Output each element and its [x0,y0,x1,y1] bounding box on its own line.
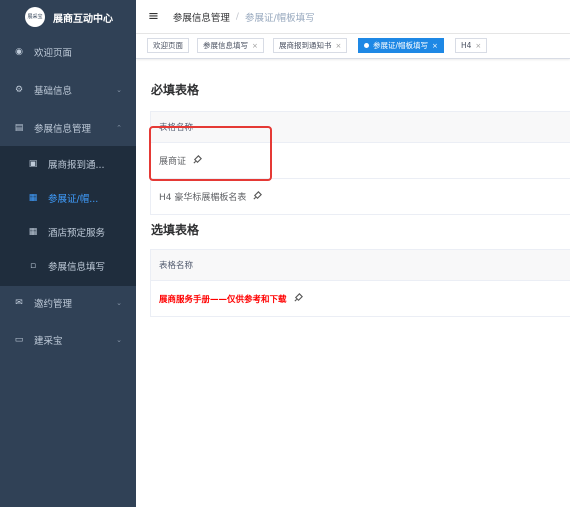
navbar: ≡ 参展信息管理 / 参展证/帽板填写 [136,0,570,34]
close-icon[interactable]: × [475,42,481,50]
tag-checkin-notice[interactable]: 展商报到通知书 × [273,38,348,53]
tag-welcome[interactable]: 欢迎页面 [147,38,189,53]
active-dot-icon [364,43,369,48]
tag-h4[interactable]: H4 × [455,38,488,53]
sidebar-item-checkin-notice[interactable]: ▣ 展商报到通... [0,148,136,180]
breadcrumb-separator: / [235,11,239,22]
form-link[interactable]: 展商服务手册——仅供参考和下载 [159,293,287,305]
sidebar-item-hotel-booking[interactable]: ▦ 酒店预定服务 [0,216,136,248]
pointer-hand-icon[interactable] [252,190,263,204]
chevron-down-icon: ⌄ [116,336,122,344]
grid-icon: ▦ [28,227,38,237]
tag-badge-board[interactable]: 参展证/帽板填写 × [358,38,444,53]
chevron-down-icon: ⌄ [116,86,122,94]
brand: 展采宝 展商互动中心 [0,0,136,34]
required-section-title: 必填表格 [151,83,200,97]
tag-label: H4 [461,41,472,50]
sidebar-item-jiancaibao[interactable]: ▭ 建采宝 ⌄ [0,324,136,356]
brand-title: 展商互动中心 [53,13,113,25]
table-header: 表格名称 [151,250,570,281]
gear-icon: ⚙ [14,85,24,95]
tags-view: 欢迎页面 参展信息填写 × 展商报到通知书 × 参展证/帽板填写 × H4 × [136,34,570,59]
logo: 展采宝 [25,7,45,27]
breadcrumb-current: 参展证/帽板填写 [244,12,315,24]
pointer-hand-icon[interactable] [293,292,304,306]
highlight-annotation-box [149,126,272,181]
table-row[interactable]: 展商服务手册——仅供参考和下载 [151,281,570,316]
close-icon[interactable]: × [432,42,438,50]
sidebar-item-badge-board[interactable]: ▦ 参展证/帽... [0,182,136,214]
monitor-icon: ▭ [14,335,24,345]
close-icon[interactable]: × [336,42,342,50]
clipboard-icon: ▤ [14,123,24,133]
sidebar: 展采宝 展商互动中心 ◉ 欢迎页面 ⚙ 基础信息 ⌄ ▤ 参展信息管理 ⌃ ▣ … [0,0,136,507]
column-header-name: 表格名称 [159,261,194,271]
tag-label: 欢迎页面 [153,41,183,50]
tag-label: 参展信息填写 [203,41,248,50]
logo-text: 展采宝 [27,14,43,20]
form-icon: ▫ [29,261,37,271]
sidebar-item-label: 参展信息管理 [34,124,92,135]
sidebar-item-label: 欢迎页面 [34,48,73,59]
dashboard-icon: ◉ [15,47,23,57]
optional-section-title: 选填表格 [151,223,200,237]
optional-table: 表格名称 展商服务手册——仅供参考和下载 [150,249,570,317]
sidebar-item-label: 酒店预定服务 [48,228,106,239]
form-link[interactable]: H4 豪华标展楣板名表 [159,190,246,203]
hamburger-icon[interactable]: ≡ [148,9,159,24]
grid-icon: ▦ [28,193,38,203]
sidebar-item-basic-info[interactable]: ⚙ 基础信息 ⌄ [0,74,136,106]
sidebar-item-label: 参展证/帽... [48,194,99,205]
sidebar-item-exhibit-info-mgmt[interactable]: ▤ 参展信息管理 ⌃ [0,112,136,144]
sidebar-item-label: 参展信息填写 [48,262,106,273]
tag-label: 参展证/帽板填写 [373,41,429,50]
chevron-up-icon: ⌃ [116,124,122,132]
sidebar-item-label: 建采宝 [34,336,63,347]
tag-label: 展商报到通知书 [279,41,332,50]
sidebar-item-welcome[interactable]: ◉ 欢迎页面 [0,36,136,68]
tag-exhibit-info-fill[interactable]: 参展信息填写 × [197,38,264,53]
breadcrumb-item[interactable]: 参展信息管理 [173,10,230,24]
mail-icon: ✉ [15,298,23,308]
sidebar-item-label: 展商报到通... [48,160,105,171]
calendar-icon: ▣ [28,159,38,169]
sidebar-item-invitation-mgmt[interactable]: ✉ 邀约管理 ⌄ [0,287,136,319]
chevron-down-icon: ⌄ [116,299,122,307]
sidebar-item-label: 基础信息 [34,86,73,97]
sidebar-item-exhibit-info-fill[interactable]: ▫ 参展信息填写 [0,250,136,282]
close-icon[interactable]: × [252,42,258,50]
table-row[interactable]: H4 豪华标展楣板名表 [151,179,570,214]
sidebar-item-label: 邀约管理 [34,299,73,310]
